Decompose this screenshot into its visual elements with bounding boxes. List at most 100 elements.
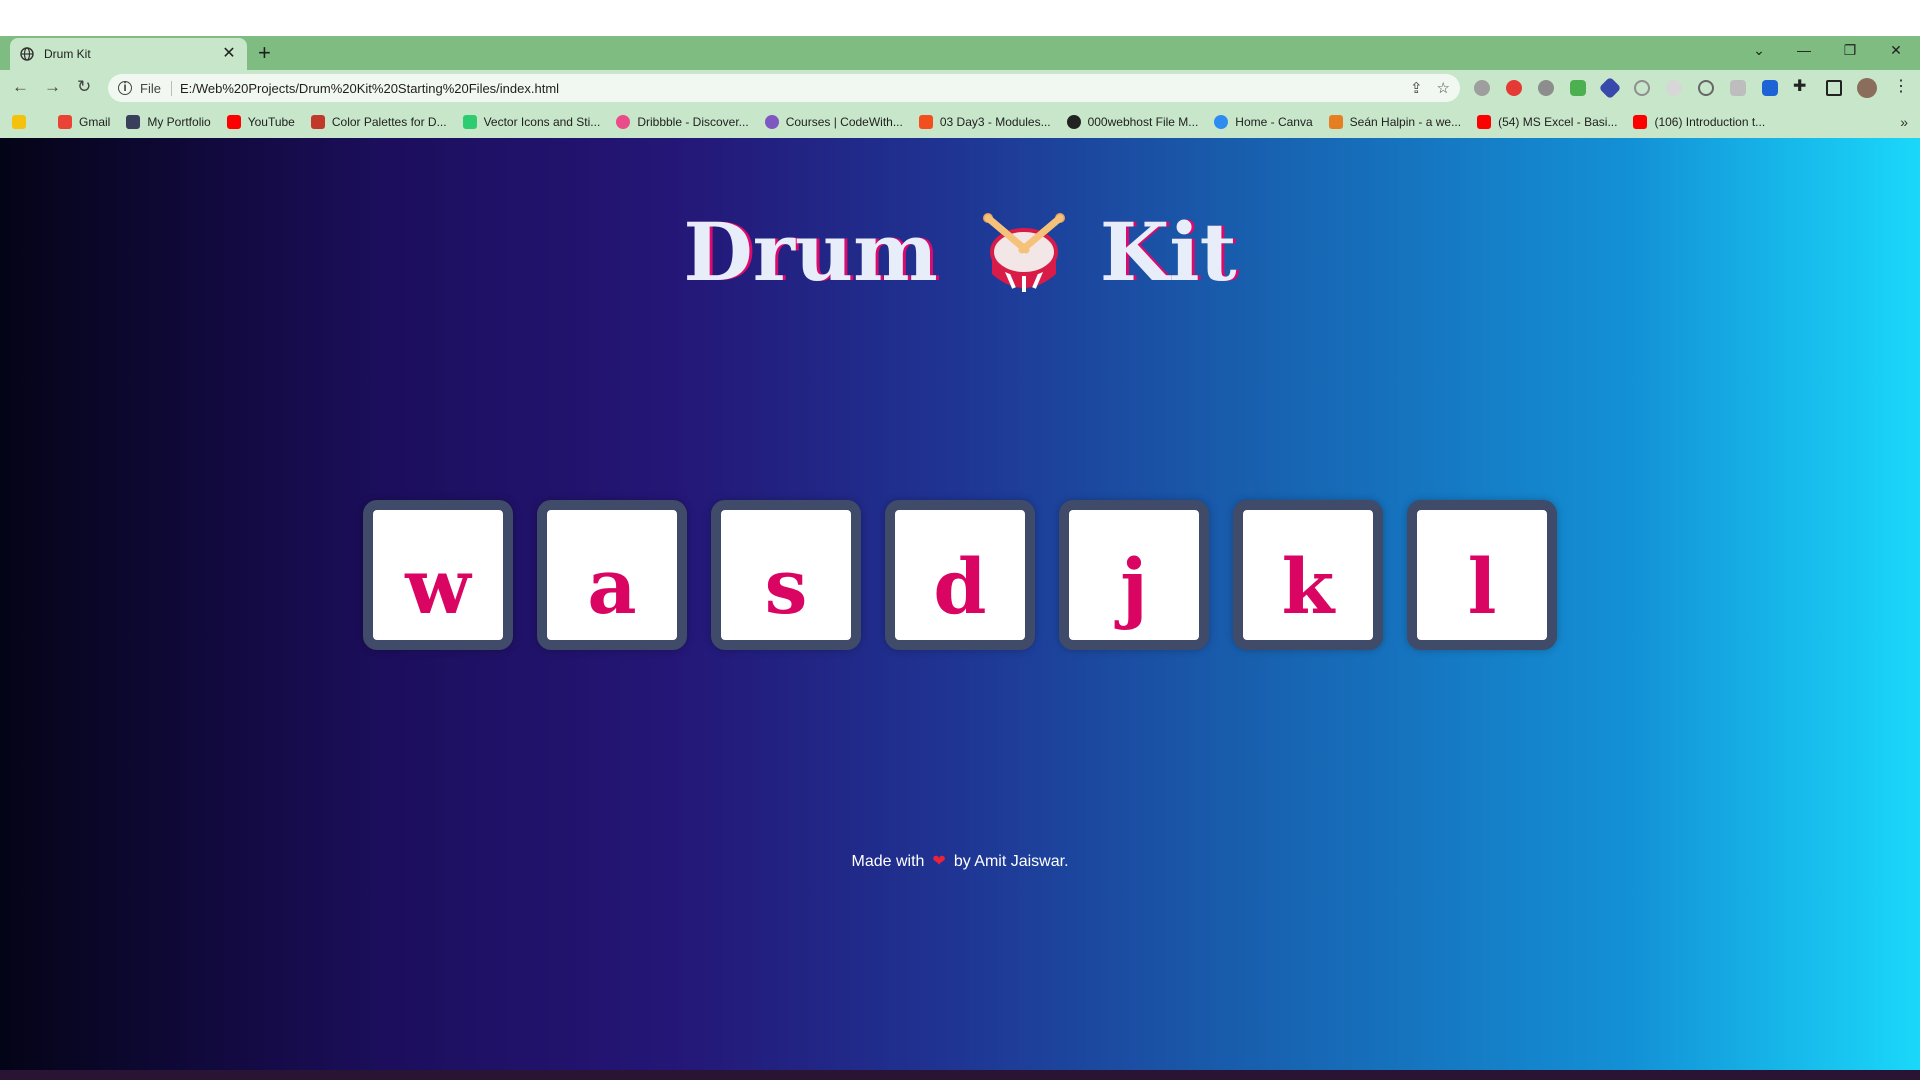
bookmark-label: (106) Introduction t... [1654,115,1766,129]
bookmark-label: Vector Icons and Sti... [483,115,601,129]
title-drum: Drum [683,205,938,299]
drum-key-w[interactable]: w [363,500,513,650]
drum-key-d[interactable]: d [885,500,1035,650]
bookmark-color-palettes[interactable]: Color Palettes for D... [310,115,447,129]
drum-key-k[interactable]: k [1233,500,1383,650]
extension-diamond-icon[interactable] [1598,76,1622,100]
bookmark-label: YouTube [247,115,295,129]
extension-bug-icon[interactable] [1538,80,1554,96]
share-icon[interactable]: ⇪ [1410,79,1423,97]
extension-r-icon[interactable] [1762,80,1778,96]
extension-gear-icon[interactable] [1666,80,1682,96]
menu-kebab-icon[interactable]: ⋮ [1893,77,1909,97]
dribbble-icon [616,115,631,129]
forward-button[interactable]: → [44,78,61,96]
browser-toolbar: ← → ↻ i File E:/Web%20Projects/Drum%20Ki… [0,70,1920,106]
webhost-icon [1066,115,1081,129]
address-url[interactable]: E:/Web%20Projects/Drum%20Kit%20Starting%… [180,81,1396,96]
folder-icon [12,115,26,129]
gmail-icon [58,115,72,129]
bookmark-youtube[interactable]: YouTube [226,115,295,129]
extension-check-icon[interactable] [1634,80,1650,96]
bookmark-star-icon[interactable]: ☆ [1437,79,1450,97]
title-kit: Kit [1099,205,1237,299]
globe-icon [20,47,34,61]
key-letter: w [405,542,471,631]
extension-opera-icon[interactable] [1506,80,1522,96]
side-panel-icon[interactable] [1826,80,1842,96]
bookmarks-bar: Gmail My Portfolio YouTube Color Palette… [0,106,1920,138]
tab-search-icon[interactable]: ⌄ [1749,42,1769,59]
page-title: Drum Kit [0,202,1920,302]
restore-button[interactable]: ❐ [1840,42,1860,59]
back-button[interactable]: ← [12,78,29,96]
address-bar[interactable]: i File E:/Web%20Projects/Drum%20Kit%20St… [108,74,1460,102]
bookmark-label: My Portfolio [147,115,211,129]
close-tab-icon[interactable]: ✕ [221,46,237,62]
bookmark-label: (54) MS Excel - Basi... [1498,115,1618,129]
tab-drum-kit[interactable]: Drum Kit ✕ [10,38,247,70]
page-content: Drum Kit w a s d j k l Made with ❤ by Amit… [0,138,1920,1070]
drum-key-l[interactable]: l [1407,500,1557,650]
footer-text-after: by Amit Jaiswar. [953,853,1069,870]
bookmark-day3-modules[interactable]: 03 Day3 - Modules... [918,115,1051,129]
bookmark-canva[interactable]: Home - Canva [1214,115,1313,129]
extension-k-icon[interactable] [1730,80,1746,96]
drum-key-a[interactable]: a [537,500,687,650]
bookmark-label: Gmail [79,115,111,129]
codewith-icon [764,115,779,129]
key-letter: j [1120,542,1148,631]
drum-emoji-icon [974,202,1074,302]
bookmark-dribbble[interactable]: Dribbble - Discover... [616,115,749,129]
address-scheme: File [140,80,172,96]
avatar-icon [1328,115,1343,129]
profile-avatar[interactable] [1857,78,1877,98]
extension-circle-icon[interactable] [1698,80,1714,96]
bookmark-000webhost[interactable]: 000webhost File M... [1066,115,1199,129]
youtube-icon [226,115,241,129]
bookmark-sean-halpin[interactable]: Seán Halpin - a we... [1328,115,1462,129]
os-taskbar-edge [0,1070,1920,1080]
drum-key-s[interactable]: s [711,500,861,650]
puzzle-icon[interactable]: ✚ [1793,77,1806,97]
key-letter: k [1281,542,1335,631]
drum-key-j[interactable]: j [1059,500,1209,650]
youtube-icon [1477,115,1492,129]
palette-icon [310,115,325,129]
bookmark-label: 000webhost File M... [1087,115,1199,129]
more-bookmarks-icon[interactable]: » [1900,114,1908,130]
screen-top-strip [0,0,1920,36]
key-letter: l [1467,542,1497,631]
bookmark-codewithharry[interactable]: Courses | CodeWith... [764,115,903,129]
tab-strip: Drum Kit ✕ + ⌄ — ❐ ✕ [0,36,1920,70]
react-icon [126,115,141,129]
apps-shortcut[interactable] [12,115,42,129]
bookmark-introduction[interactable]: (106) Introduction t... [1633,115,1765,129]
heart-icon: ❤ [932,853,946,870]
bookmark-label: Seán Halpin - a we... [1349,115,1462,129]
bookmark-my-portfolio[interactable]: My Portfolio [126,115,211,129]
reload-button[interactable]: ↻ [77,78,91,96]
new-tab-button[interactable]: + [258,42,271,64]
vector-icon [462,115,477,129]
bookmark-label: Courses | CodeWith... [785,115,903,129]
close-window-button[interactable]: ✕ [1886,42,1906,59]
key-letter: s [764,542,808,631]
bookmark-gmail[interactable]: Gmail [58,115,110,129]
bookmark-label: Home - Canva [1235,115,1313,129]
footer-text-before: Made with [851,853,925,870]
info-icon[interactable]: i [118,81,132,95]
figma-icon [918,115,933,129]
tab-title: Drum Kit [44,47,91,61]
youtube-icon [1633,115,1648,129]
key-letter: d [933,542,987,631]
bookmark-label: Dribbble - Discover... [637,115,749,129]
drum-keys: w a s d j k l [363,500,1557,650]
canva-icon [1214,115,1229,129]
footer-credit: Made with ❤ by Amit Jaiswar. [0,851,1920,871]
extension-shield-icon[interactable] [1474,80,1490,96]
minimize-button[interactable]: — [1794,42,1814,58]
bookmark-ms-excel[interactable]: (54) MS Excel - Basi... [1477,115,1617,129]
extension-landscape-icon[interactable] [1570,80,1586,96]
bookmark-vector-icons[interactable]: Vector Icons and Sti... [462,115,601,129]
